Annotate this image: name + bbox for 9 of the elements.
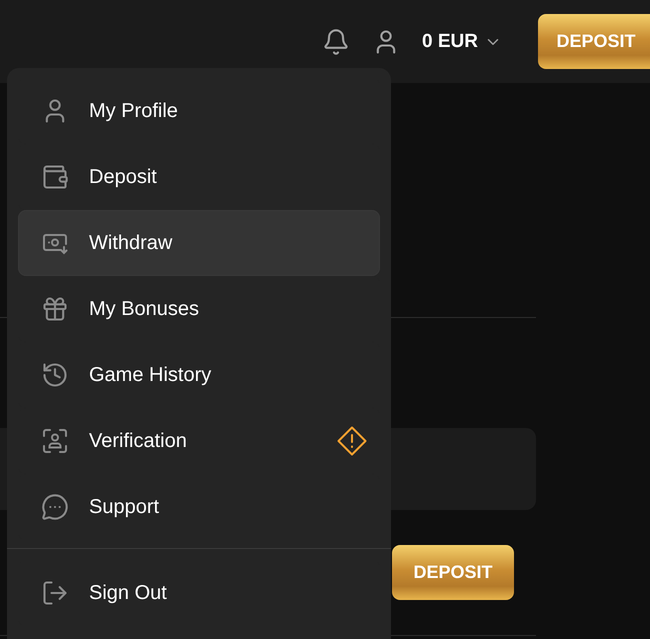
menu-item[interactable]: Withdraw [18, 210, 380, 276]
gift-icon [41, 295, 69, 323]
wallet-icon [41, 163, 69, 191]
chat-icon [41, 493, 69, 521]
history-icon [41, 361, 69, 389]
user-scan-icon [41, 427, 69, 455]
balance-text[interactable]: 0 EUR [422, 30, 478, 52]
notification-bell-icon[interactable] [322, 28, 350, 56]
sign-out-icon [41, 579, 69, 607]
